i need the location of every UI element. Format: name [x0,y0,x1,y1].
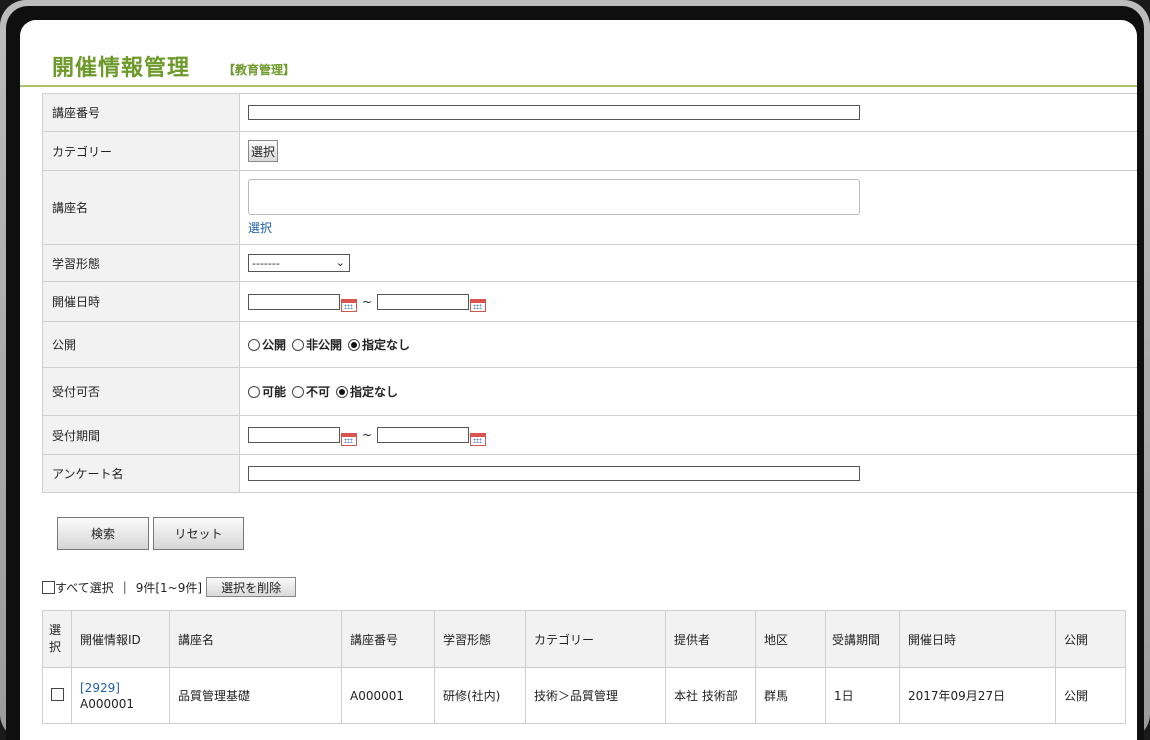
col-course-number: 講座番号 [341,610,435,668]
acceptance-radio-possible[interactable]: 可能 [248,383,286,400]
acceptance-label: 受付可否 [43,368,240,415]
cell-region: 群馬 [755,667,826,724]
radio-icon [292,338,305,351]
date-separator: ~ [362,294,373,309]
col-period: 受講期間 [825,610,900,668]
row-survey-name: アンケート名 [43,455,1137,493]
acceptance-radio-unspecified[interactable]: 指定なし [336,383,398,400]
col-publish: 公開 [1055,610,1126,668]
radio-icon [248,338,260,351]
cell-learning-format: 研修(社内) [434,667,526,724]
course-name-select-link[interactable]: 選択 [248,219,272,236]
row-course-name: 講座名 選択 [43,171,1137,245]
row-acceptance: 受付可否 可能 不可 指定なし [43,368,1137,416]
cell-date: 2017年09月27日 [899,667,1056,724]
table-row[interactable]: [2929] A000001 品質管理基礎 A000001 研修(社内) 技術＞… [42,667,1126,724]
radio-checked-icon [348,338,361,351]
row-learning-format: 学習形態 ------- ⌄ [43,245,1137,282]
event-date-to-input[interactable] [377,293,470,310]
period-separator: ~ [362,428,373,442]
event-id-code: A000001 [80,696,135,711]
calendar-icon[interactable] [341,299,357,312]
learning-format-label: 学習形態 [43,245,240,281]
search-button[interactable]: 検索 [57,517,149,550]
cell-provider: 本社 技術部 [665,667,756,724]
publish-radio-private[interactable]: 非公開 [292,336,342,353]
radio-icon [292,385,305,398]
col-event-id: 開催情報ID [71,610,170,668]
publish-label: 公開 [43,322,240,367]
publish-radio-public[interactable]: 公開 [248,336,286,353]
course-number-input[interactable] [248,105,860,120]
results-table: 選択 開催情報ID 講座名 講座番号 学習形態 カテゴリー 提供者 地区 受講期… [42,610,1126,724]
acceptance-period-to-input[interactable] [377,427,470,443]
survey-name-label: アンケート名 [43,455,240,492]
event-date-from-input[interactable] [248,293,340,310]
category-label: カテゴリー [43,132,240,170]
calendar-icon[interactable] [470,432,487,446]
col-category: カテゴリー [525,610,666,668]
course-name-label: 講座名 [43,171,240,244]
event-id-link[interactable]: [2929] [80,681,120,695]
screen: 開催情報管理 【教育管理】 講座番号 カテゴリー 選択 講座名 選択 学習形態 [20,20,1137,740]
survey-name-input[interactable] [248,466,860,481]
cell-course-number: A000001 [341,667,435,724]
page-title: 開催情報管理 [52,55,191,81]
calendar-icon[interactable] [341,432,357,446]
search-form: 講座番号 カテゴリー 選択 講座名 選択 学習形態 ------- ⌄ 開催日時… [42,93,1137,493]
table-header-row: 選択 開催情報ID 講座名 講座番号 学習形態 カテゴリー 提供者 地区 受講期… [42,610,1126,668]
cell-period: 1日 [825,667,900,724]
delete-selected-button[interactable]: 選択を削除 [206,577,297,597]
cell-course-name: 品質管理基礎 [169,667,342,724]
select-all-checkbox[interactable] [42,580,55,594]
col-learning-format: 学習形態 [434,610,526,668]
radio-icon [248,385,260,398]
chevron-down-icon: ⌄ [335,256,345,269]
col-date: 開催日時 [899,610,1056,668]
col-course-name: 講座名 [169,610,342,668]
col-select: 選択 [42,610,72,668]
cell-publish: 公開 [1055,667,1126,724]
row-event-date: 開催日時 ~ [43,282,1137,322]
row-category: カテゴリー 選択 [43,132,1137,171]
event-date-label: 開催日時 [43,282,240,321]
row-publish: 公開 公開 非公開 指定なし [43,322,1137,368]
acceptance-period-label: 受付期間 [43,416,240,454]
col-provider: 提供者 [665,610,756,668]
publish-radio-unspecified[interactable]: 指定なし [348,336,410,353]
page-header: 開催情報管理 【教育管理】 [20,20,1137,87]
reset-button[interactable]: リセット [153,517,244,550]
course-name-input[interactable] [248,179,860,215]
radio-checked-icon [336,385,349,398]
result-count: 9件[1~9件] [135,580,203,595]
row-course-number: 講座番号 [43,94,1137,132]
list-controls: すべて選択 | 9件[1~9件] 選択を削除 [42,577,297,597]
category-select-button[interactable]: 選択 [248,140,279,162]
calendar-icon[interactable] [470,299,487,312]
row-checkbox[interactable] [50,687,64,701]
cell-category: 技術＞品質管理 [525,667,666,724]
learning-format-selected: ------- [252,256,280,270]
row-acceptance-period: 受付期間 ~ [43,416,1137,455]
acceptance-period-from-input[interactable] [248,427,340,443]
select-all-label[interactable]: すべて選択 [55,579,114,596]
acceptance-radio-not-possible[interactable]: 不可 [292,383,330,400]
page-subtitle: 【教育管理】 [223,63,296,77]
learning-format-select[interactable]: ------- ⌄ [248,254,350,272]
divider: | [122,580,127,594]
col-region: 地区 [755,610,826,668]
course-number-label: 講座番号 [43,94,240,131]
